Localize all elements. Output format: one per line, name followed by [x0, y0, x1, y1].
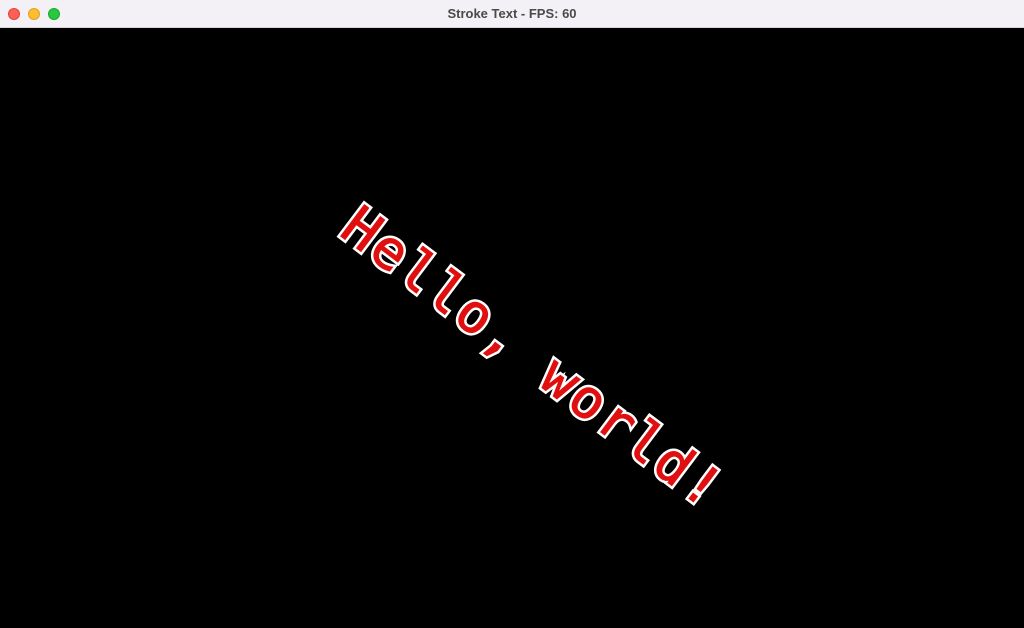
title-bar[interactable]: Stroke Text - FPS: 60 — [0, 0, 1024, 28]
render-canvas[interactable]: Hello, world! Hello, world! — [0, 28, 1024, 628]
app-window: Stroke Text - FPS: 60 Hello, world! Hell… — [0, 0, 1024, 628]
window-title: Stroke Text - FPS: 60 — [447, 6, 577, 21]
stroke-text: Hello, world! — [330, 194, 738, 523]
